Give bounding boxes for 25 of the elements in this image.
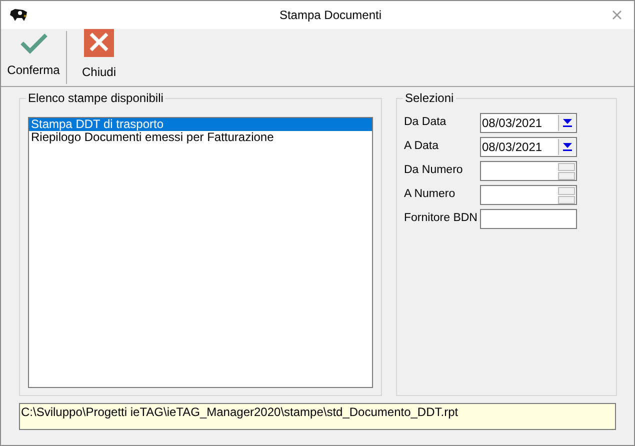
field-label: Fornitore BDN bbox=[404, 211, 478, 226]
close-icon[interactable] bbox=[612, 10, 622, 20]
dropdown-arrow-icon bbox=[562, 143, 572, 151]
toolbar-button[interactable]: Conferma bbox=[1, 31, 67, 84]
list-item[interactable]: Stampa DDT di trasporto bbox=[29, 118, 372, 131]
field-label: Da Data bbox=[404, 115, 448, 130]
cow-icon bbox=[9, 8, 29, 22]
group-title: Elenco stampe disponibili bbox=[26, 91, 166, 105]
field-label: A Data bbox=[404, 139, 440, 154]
field-label: A Numero bbox=[404, 187, 456, 202]
window-title: Stampa Documenti bbox=[279, 7, 382, 24]
toolbar-button[interactable]: Chiudi bbox=[67, 29, 131, 86]
group-title: Selezioni bbox=[403, 91, 456, 105]
input-field[interactable] bbox=[480, 209, 577, 229]
date-picker[interactable]: 08/03/2021 bbox=[480, 113, 577, 133]
file-path: C:\Sviluppo\Progetti ieTAG\ieTAG_Manager2020\stampe\std_Documento_DDT.rpt bbox=[19, 403, 616, 430]
date-picker[interactable]: 08/03/2021 bbox=[480, 137, 577, 157]
date-value: 08/03/2021 bbox=[481, 141, 544, 153]
list-item[interactable]: Riepilogo Documenti emessi per Fatturazione bbox=[29, 131, 372, 144]
checkmark-icon bbox=[20, 31, 48, 55]
date-value: 08/03/2021 bbox=[481, 117, 544, 129]
field-label: Da Numero bbox=[404, 163, 464, 178]
dropdown-button[interactable] bbox=[558, 115, 575, 131]
dropdown-button[interactable] bbox=[558, 139, 575, 155]
dropdown-arrow-icon bbox=[562, 119, 572, 127]
